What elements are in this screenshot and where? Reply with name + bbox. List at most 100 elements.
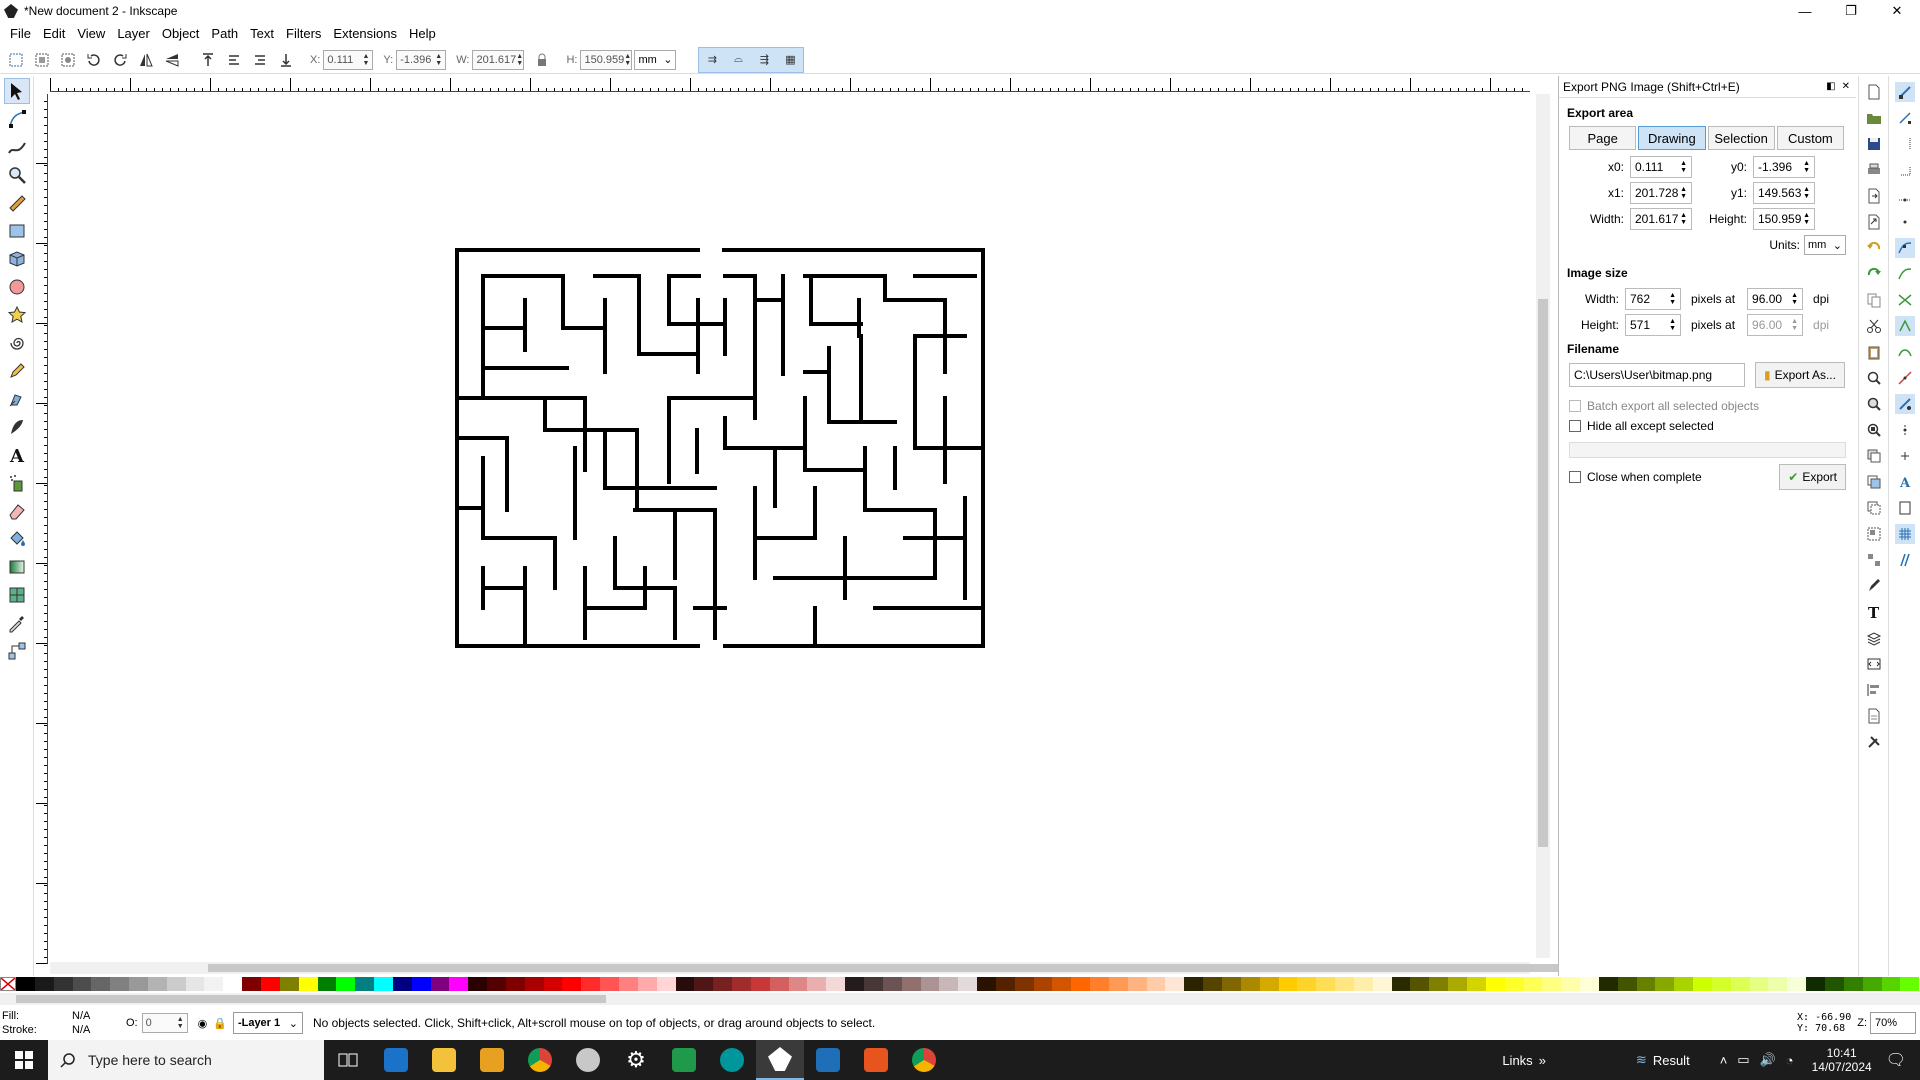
no-paint-swatch[interactable] — [0, 977, 16, 991]
x0-input[interactable]: 0.111 ▲ ▼ — [1630, 156, 1692, 178]
color-swatch[interactable] — [1862, 977, 1882, 991]
color-swatch[interactable] — [1806, 977, 1825, 991]
file-explorer-icon[interactable] — [420, 1040, 468, 1080]
select-all-icon[interactable] — [6, 50, 26, 70]
spiral-tool-icon[interactable] — [4, 330, 30, 356]
raise-icon[interactable] — [224, 50, 244, 70]
x1-input[interactable]: 201.728 ▲ ▼ — [1630, 182, 1692, 204]
img-height-input[interactable]: 571 ▲ ▼ — [1625, 314, 1681, 336]
unlink-clone-icon[interactable] — [1864, 498, 1884, 518]
color-swatch[interactable] — [1749, 977, 1769, 991]
color-swatch[interactable] — [1504, 977, 1524, 991]
ellipse-tool-icon[interactable] — [4, 274, 30, 300]
chevron-right-icon[interactable]: » — [1539, 1053, 1546, 1068]
batch-export-checkbox[interactable]: Batch export all selected objects — [1569, 396, 1856, 416]
drawing-area-button[interactable]: Drawing — [1638, 126, 1706, 150]
color-swatch[interactable] — [1052, 977, 1072, 991]
color-swatch[interactable] — [1711, 977, 1731, 991]
canvas-vertical-scrollbar[interactable] — [1536, 94, 1550, 958]
color-swatch[interactable] — [53, 977, 73, 991]
ungroup-icon[interactable] — [1864, 550, 1884, 570]
scale-stroke-icon[interactable]: ⇉ — [699, 48, 725, 72]
network-icon[interactable]: ◔ — [1786, 1053, 1794, 1068]
menu-path[interactable]: Path — [205, 26, 244, 41]
selector-tool-icon[interactable] — [4, 78, 30, 104]
color-swatch[interactable] — [242, 977, 261, 991]
color-swatch[interactable] — [1146, 977, 1166, 991]
cut-icon[interactable] — [1864, 316, 1884, 336]
menu-help[interactable]: Help — [403, 26, 442, 41]
scale-corners-icon[interactable]: ⌓ — [725, 48, 751, 72]
color-swatch[interactable] — [1127, 977, 1147, 991]
page-area-button[interactable]: Page — [1569, 126, 1637, 150]
color-swatch[interactable] — [16, 977, 35, 991]
chrome-profile-icon[interactable] — [900, 1040, 948, 1080]
snap-path-intersections-icon[interactable] — [1895, 290, 1915, 310]
color-swatch[interactable] — [637, 977, 657, 991]
color-swatch[interactable] — [807, 977, 827, 991]
snap-page-border-icon[interactable] — [1895, 498, 1915, 518]
snap-smooth-nodes-icon[interactable] — [1895, 342, 1915, 362]
color-swatch[interactable] — [1090, 977, 1109, 991]
menu-layer[interactable]: Layer — [111, 26, 156, 41]
lock-icon[interactable]: 🔒 — [213, 1017, 227, 1030]
node-tool-icon[interactable] — [4, 106, 30, 132]
save-icon[interactable] — [1864, 134, 1884, 154]
color-swatch[interactable] — [882, 977, 902, 991]
clone-icon[interactable] — [1864, 472, 1884, 492]
spin-arrows-icon[interactable]: ▲ ▼ — [1803, 186, 1810, 200]
export-as-button[interactable]: ▮ Export As... — [1755, 362, 1845, 388]
3d-box-tool-icon[interactable] — [4, 246, 30, 272]
close-dialog-icon[interactable]: ✕ — [1842, 81, 1850, 92]
color-swatch[interactable] — [1391, 977, 1411, 991]
clock[interactable]: 10:41 14/07/2024 — [1812, 1046, 1872, 1074]
lower-to-bottom-icon[interactable] — [276, 50, 296, 70]
color-swatch[interactable] — [524, 977, 544, 991]
layers-icon[interactable] — [1864, 628, 1884, 648]
color-swatch[interactable] — [826, 977, 846, 991]
text-font-icon[interactable]: T — [1864, 602, 1884, 622]
restore-button[interactable]: ❐ — [1828, 0, 1874, 22]
spin-arrows-icon[interactable]: ▲ ▼ — [1803, 160, 1810, 174]
snap-bbox-edges-icon[interactable] — [1895, 134, 1915, 154]
selection-area-button[interactable]: Selection — [1707, 126, 1775, 150]
color-swatch[interactable] — [1900, 977, 1920, 991]
opacity-input[interactable]: 0 ▲ ▼ — [141, 1013, 188, 1033]
color-swatch[interactable] — [34, 977, 54, 991]
paint-bucket-tool-icon[interactable] — [4, 526, 30, 552]
color-swatch[interactable] — [1580, 977, 1599, 991]
h-input[interactable]: 150.959 ▲ ▼ — [580, 49, 633, 70]
color-swatch[interactable] — [336, 977, 356, 991]
color-swatch[interactable] — [1598, 977, 1618, 991]
drawing-canvas[interactable] — [50, 94, 1535, 964]
color-swatch[interactable] — [1203, 977, 1222, 991]
color-swatch[interactable] — [1108, 977, 1128, 991]
color-swatch[interactable] — [562, 977, 582, 991]
taskbar-search[interactable]: Type here to search — [48, 1040, 324, 1080]
media-app-icon[interactable] — [468, 1040, 516, 1080]
color-swatch[interactable] — [129, 977, 148, 991]
lower-icon[interactable] — [250, 50, 270, 70]
color-swatch[interactable] — [1165, 977, 1185, 991]
zoom-drawing-icon[interactable] — [1864, 394, 1884, 414]
fill-stroke-indicator[interactable]: Fill: N/A Stroke: N/A — [2, 1009, 102, 1037]
eraser-tool-icon[interactable] — [4, 498, 30, 524]
flip-vertical-icon[interactable] — [162, 50, 182, 70]
color-swatch[interactable] — [411, 977, 431, 991]
dpi-x-input[interactable]: 96.00 ▲ ▼ — [1747, 288, 1804, 310]
spin-arrows-icon[interactable]: ▲ ▼ — [177, 1016, 184, 1030]
settings-gear-icon[interactable]: ⚙ — [612, 1040, 660, 1080]
color-swatch[interactable] — [110, 977, 130, 991]
mail-app-icon[interactable] — [372, 1040, 420, 1080]
color-swatch[interactable] — [750, 977, 770, 991]
inkscape-taskbar-icon[interactable] — [756, 1040, 804, 1080]
scroll-thumb[interactable] — [208, 964, 1568, 972]
spin-arrows-icon[interactable]: ▲ ▼ — [1669, 318, 1676, 332]
color-swatch[interactable] — [694, 977, 714, 991]
chrome-icon[interactable] — [516, 1040, 564, 1080]
menu-object[interactable]: Object — [156, 26, 206, 41]
snap-grids-icon[interactable] — [1894, 524, 1915, 544]
color-swatch[interactable] — [1523, 977, 1543, 991]
vertical-ruler[interactable] — [36, 94, 48, 964]
color-swatch[interactable] — [355, 977, 375, 991]
